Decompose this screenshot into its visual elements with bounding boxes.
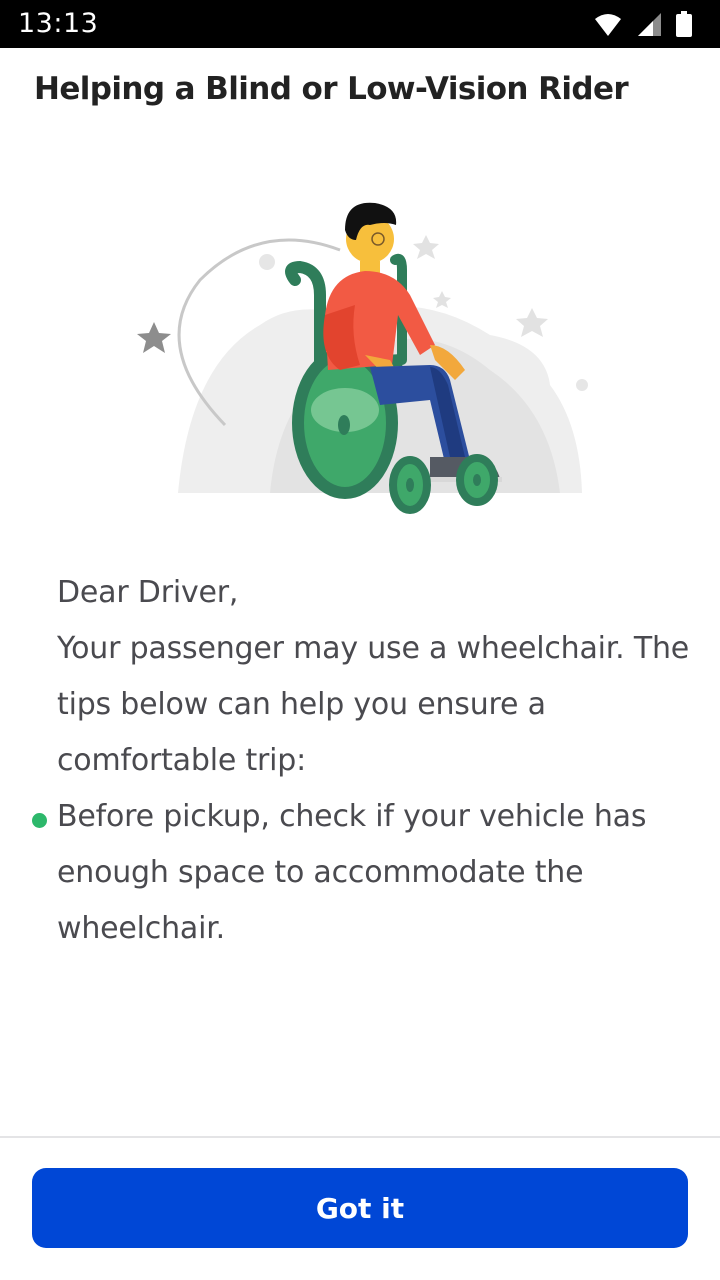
message-body: Dear Driver, Your passenger may use a wh…: [32, 565, 717, 957]
star-icon: [413, 235, 439, 259]
page-title: Helping a Blind or Low-Vision Rider: [34, 71, 629, 107]
status-time: 13:13: [18, 8, 99, 39]
got-it-button[interactable]: Got it: [32, 1168, 688, 1248]
footer-divider: [0, 1136, 720, 1138]
battery-icon: [676, 11, 692, 37]
star-icon: [433, 291, 451, 308]
wheelchair-user-illustration: [137, 202, 588, 514]
status-icons: [594, 10, 692, 38]
star-icon: [137, 322, 171, 353]
status-bar: 13:13: [0, 0, 720, 48]
intro-text: Your passenger may use a wheelchair. The…: [57, 631, 690, 778]
tip-list-item: Before pickup, check if your vehicle has…: [32, 789, 717, 957]
bullet-dot-icon: [32, 813, 47, 828]
greeting-text: Dear Driver,: [57, 575, 239, 610]
wifi-icon: [595, 14, 621, 36]
tip-text: Before pickup, check if your vehicle has…: [57, 799, 647, 946]
cellular-signal-icon: [638, 13, 661, 36]
star-icon: [516, 308, 548, 337]
